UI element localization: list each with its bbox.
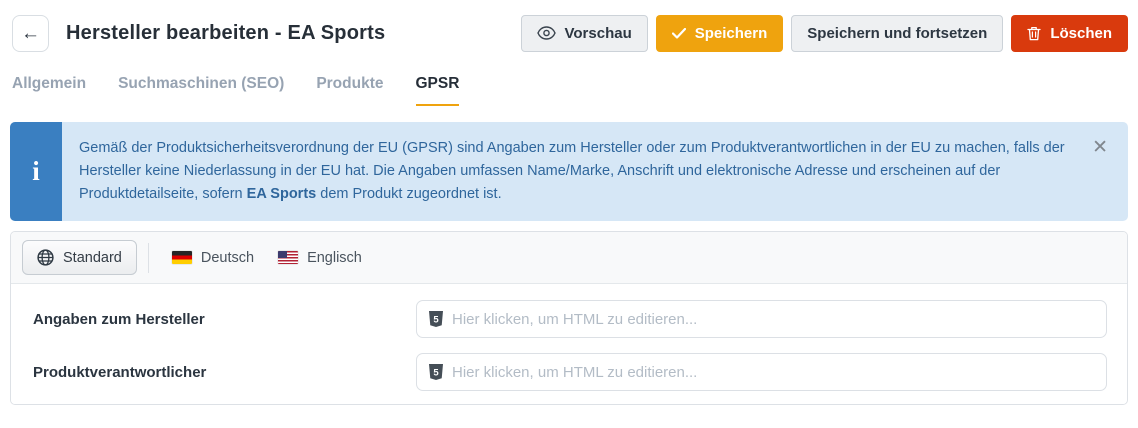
svg-text:5: 5 — [433, 314, 439, 325]
gpsr-form-panel: Standard Deutsch Englisch Angaben zum He… — [10, 231, 1128, 405]
gpsr-form: Angaben zum Hersteller 5 Hier klicken, u… — [11, 284, 1127, 404]
language-tab-standard[interactable]: Standard — [22, 240, 137, 275]
eye-icon — [536, 26, 556, 40]
editor-placeholder: Hier klicken, um HTML zu editieren... — [452, 310, 698, 328]
field-label-angaben-zum-hersteller: Angaben zum Hersteller — [33, 310, 205, 328]
preview-button[interactable]: Vorschau — [520, 14, 648, 52]
hersteller-html-editor-field[interactable]: 5 Hier klicken, um HTML zu editieren... — [416, 300, 1107, 338]
tab-suchmaschinen-seo[interactable]: Suchmaschinen (SEO) — [118, 75, 284, 106]
delete-button[interactable]: Löschen — [1011, 14, 1128, 52]
alert-brand-name: EA Sports — [246, 186, 317, 202]
delete-button-label: Löschen — [1050, 24, 1112, 42]
alert-text: Gemäß der Produktsicherheitsverordnung d… — [62, 122, 1128, 221]
save-and-continue-button[interactable]: Speichern und fortsetzen — [791, 14, 1004, 52]
tab-gpsr[interactable]: GPSR — [415, 75, 460, 106]
save-and-continue-label: Speichern und fortsetzen — [807, 24, 988, 42]
info-icon: i — [10, 122, 62, 221]
close-icon[interactable]: ✕ — [1092, 138, 1108, 157]
language-tab-englisch[interactable]: Englisch — [266, 250, 374, 266]
gpsr-info-alert: i Gemäß der Produktsicherheitsverordnung… — [10, 122, 1128, 221]
language-tab-englisch-label: Englisch — [307, 249, 362, 266]
back-button[interactable]: ← — [12, 14, 49, 52]
produktverantwortlicher-html-editor-field[interactable]: 5 Hier klicken, um HTML zu editieren... — [416, 353, 1107, 391]
editor-placeholder: Hier klicken, um HTML zu editieren... — [452, 363, 698, 381]
alert-text-after: dem Produkt zugeordnet ist. — [320, 186, 502, 202]
header-actions: Vorschau Speichern Speichern und fortset… — [520, 14, 1128, 52]
alert-text-before: Gemäß der Produktsicherheitsverordnung d… — [79, 140, 1065, 202]
html5-icon: 5 — [429, 311, 443, 327]
back-arrow-icon: ← — [21, 22, 40, 44]
language-tab-bar: Standard Deutsch Englisch — [11, 232, 1127, 284]
page-header: ← Hersteller bearbeiten - EA Sports Vors… — [0, 0, 1138, 56]
divider — [147, 242, 149, 273]
tab-allgemein[interactable]: Allgemein — [12, 75, 86, 106]
flag-de-icon — [171, 251, 192, 264]
trash-icon — [1027, 26, 1041, 40]
language-tab-standard-label: Standard — [63, 249, 122, 266]
form-row-hersteller: Angaben zum Hersteller 5 Hier klicken, u… — [33, 300, 1107, 338]
language-tab-deutsch-label: Deutsch — [200, 249, 255, 266]
html5-icon: 5 — [429, 364, 443, 380]
globe-icon — [37, 249, 54, 266]
language-tab-deutsch[interactable]: Deutsch — [160, 250, 266, 266]
check-icon — [671, 27, 686, 39]
flag-us-icon — [278, 251, 299, 264]
field-label-produktverantwortlicher: Produktverantwortlicher — [33, 363, 207, 381]
save-button[interactable]: Speichern — [655, 14, 784, 52]
page-title: Hersteller bearbeiten - EA Sports — [66, 21, 386, 44]
preview-button-label: Vorschau — [564, 24, 632, 42]
tab-bar: Allgemein Suchmaschinen (SEO) Produkte G… — [0, 75, 1138, 106]
save-button-label: Speichern — [694, 24, 768, 42]
svg-text:5: 5 — [433, 367, 439, 378]
tab-produkte[interactable]: Produkte — [316, 75, 383, 106]
form-row-produktverantwortlicher: Produktverantwortlicher 5 Hier klicken, … — [33, 353, 1107, 391]
